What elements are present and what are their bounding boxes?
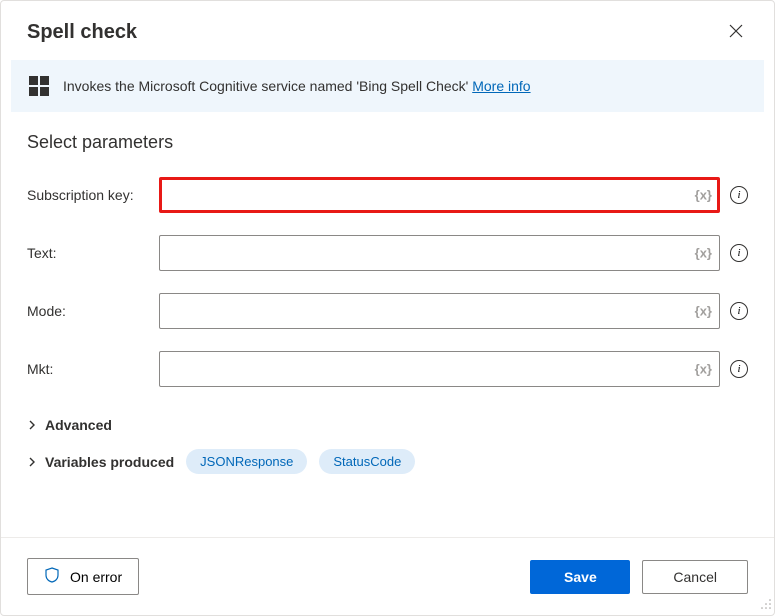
dialog-header: Spell check [1, 1, 774, 60]
mkt-input[interactable] [159, 351, 720, 387]
field-text: Text: {x} i [27, 235, 748, 271]
subscription-key-input-wrap: {x} [159, 177, 720, 213]
footer-actions: Save Cancel [530, 560, 748, 594]
advanced-expander[interactable]: Advanced [27, 409, 748, 441]
mkt-input-wrap: {x} [159, 351, 720, 387]
info-banner: Invokes the Microsoft Cognitive service … [11, 60, 764, 112]
info-icon: i [737, 364, 740, 375]
text-input-wrap: {x} [159, 235, 720, 271]
subscription-key-info-button[interactable]: i [730, 186, 748, 204]
banner-message: Invokes the Microsoft Cognitive service … [63, 78, 472, 94]
dialog-body: Select parameters Subscription key: {x} … [1, 112, 774, 537]
on-error-label: On error [70, 569, 122, 585]
text-input[interactable] [159, 235, 720, 271]
info-icon: i [737, 248, 740, 259]
banner-text: Invokes the Microsoft Cognitive service … [63, 78, 531, 94]
mkt-label: Mkt: [27, 361, 149, 377]
info-icon: i [737, 190, 740, 201]
variables-produced-row: Variables produced JSONResponse StatusCo… [27, 449, 748, 474]
text-label: Text: [27, 245, 149, 261]
on-error-button[interactable]: On error [27, 558, 139, 595]
info-icon: i [737, 306, 740, 317]
variable-pill-status[interactable]: StatusCode [319, 449, 415, 474]
dialog-title: Spell check [27, 21, 137, 44]
more-info-link[interactable]: More info [472, 78, 530, 94]
advanced-label: Advanced [45, 417, 112, 433]
mode-info-button[interactable]: i [730, 302, 748, 320]
variable-pill-json[interactable]: JSONResponse [186, 449, 307, 474]
text-info-button[interactable]: i [730, 244, 748, 262]
shield-icon [44, 567, 60, 586]
close-icon [728, 27, 744, 42]
variables-produced-expander[interactable]: Variables produced [27, 454, 174, 470]
field-mkt: Mkt: {x} i [27, 351, 748, 387]
subscription-key-input[interactable] [159, 177, 720, 213]
microsoft-logo-icon [29, 76, 49, 96]
variables-produced-label: Variables produced [45, 454, 174, 470]
mode-input[interactable] [159, 293, 720, 329]
field-mode: Mode: {x} i [27, 293, 748, 329]
chevron-right-icon [27, 457, 37, 467]
mkt-info-button[interactable]: i [730, 360, 748, 378]
chevron-right-icon [27, 420, 37, 430]
cancel-button[interactable]: Cancel [642, 560, 748, 594]
dialog-footer: On error Save Cancel [1, 537, 774, 615]
mode-label: Mode: [27, 303, 149, 319]
save-button[interactable]: Save [530, 560, 630, 594]
field-subscription-key: Subscription key: {x} i [27, 177, 748, 213]
subscription-key-label: Subscription key: [27, 187, 149, 203]
mode-input-wrap: {x} [159, 293, 720, 329]
section-title: Select parameters [27, 132, 748, 153]
spell-check-dialog: Spell check Invokes the Microsoft Cognit… [0, 0, 775, 616]
close-button[interactable] [724, 19, 748, 46]
